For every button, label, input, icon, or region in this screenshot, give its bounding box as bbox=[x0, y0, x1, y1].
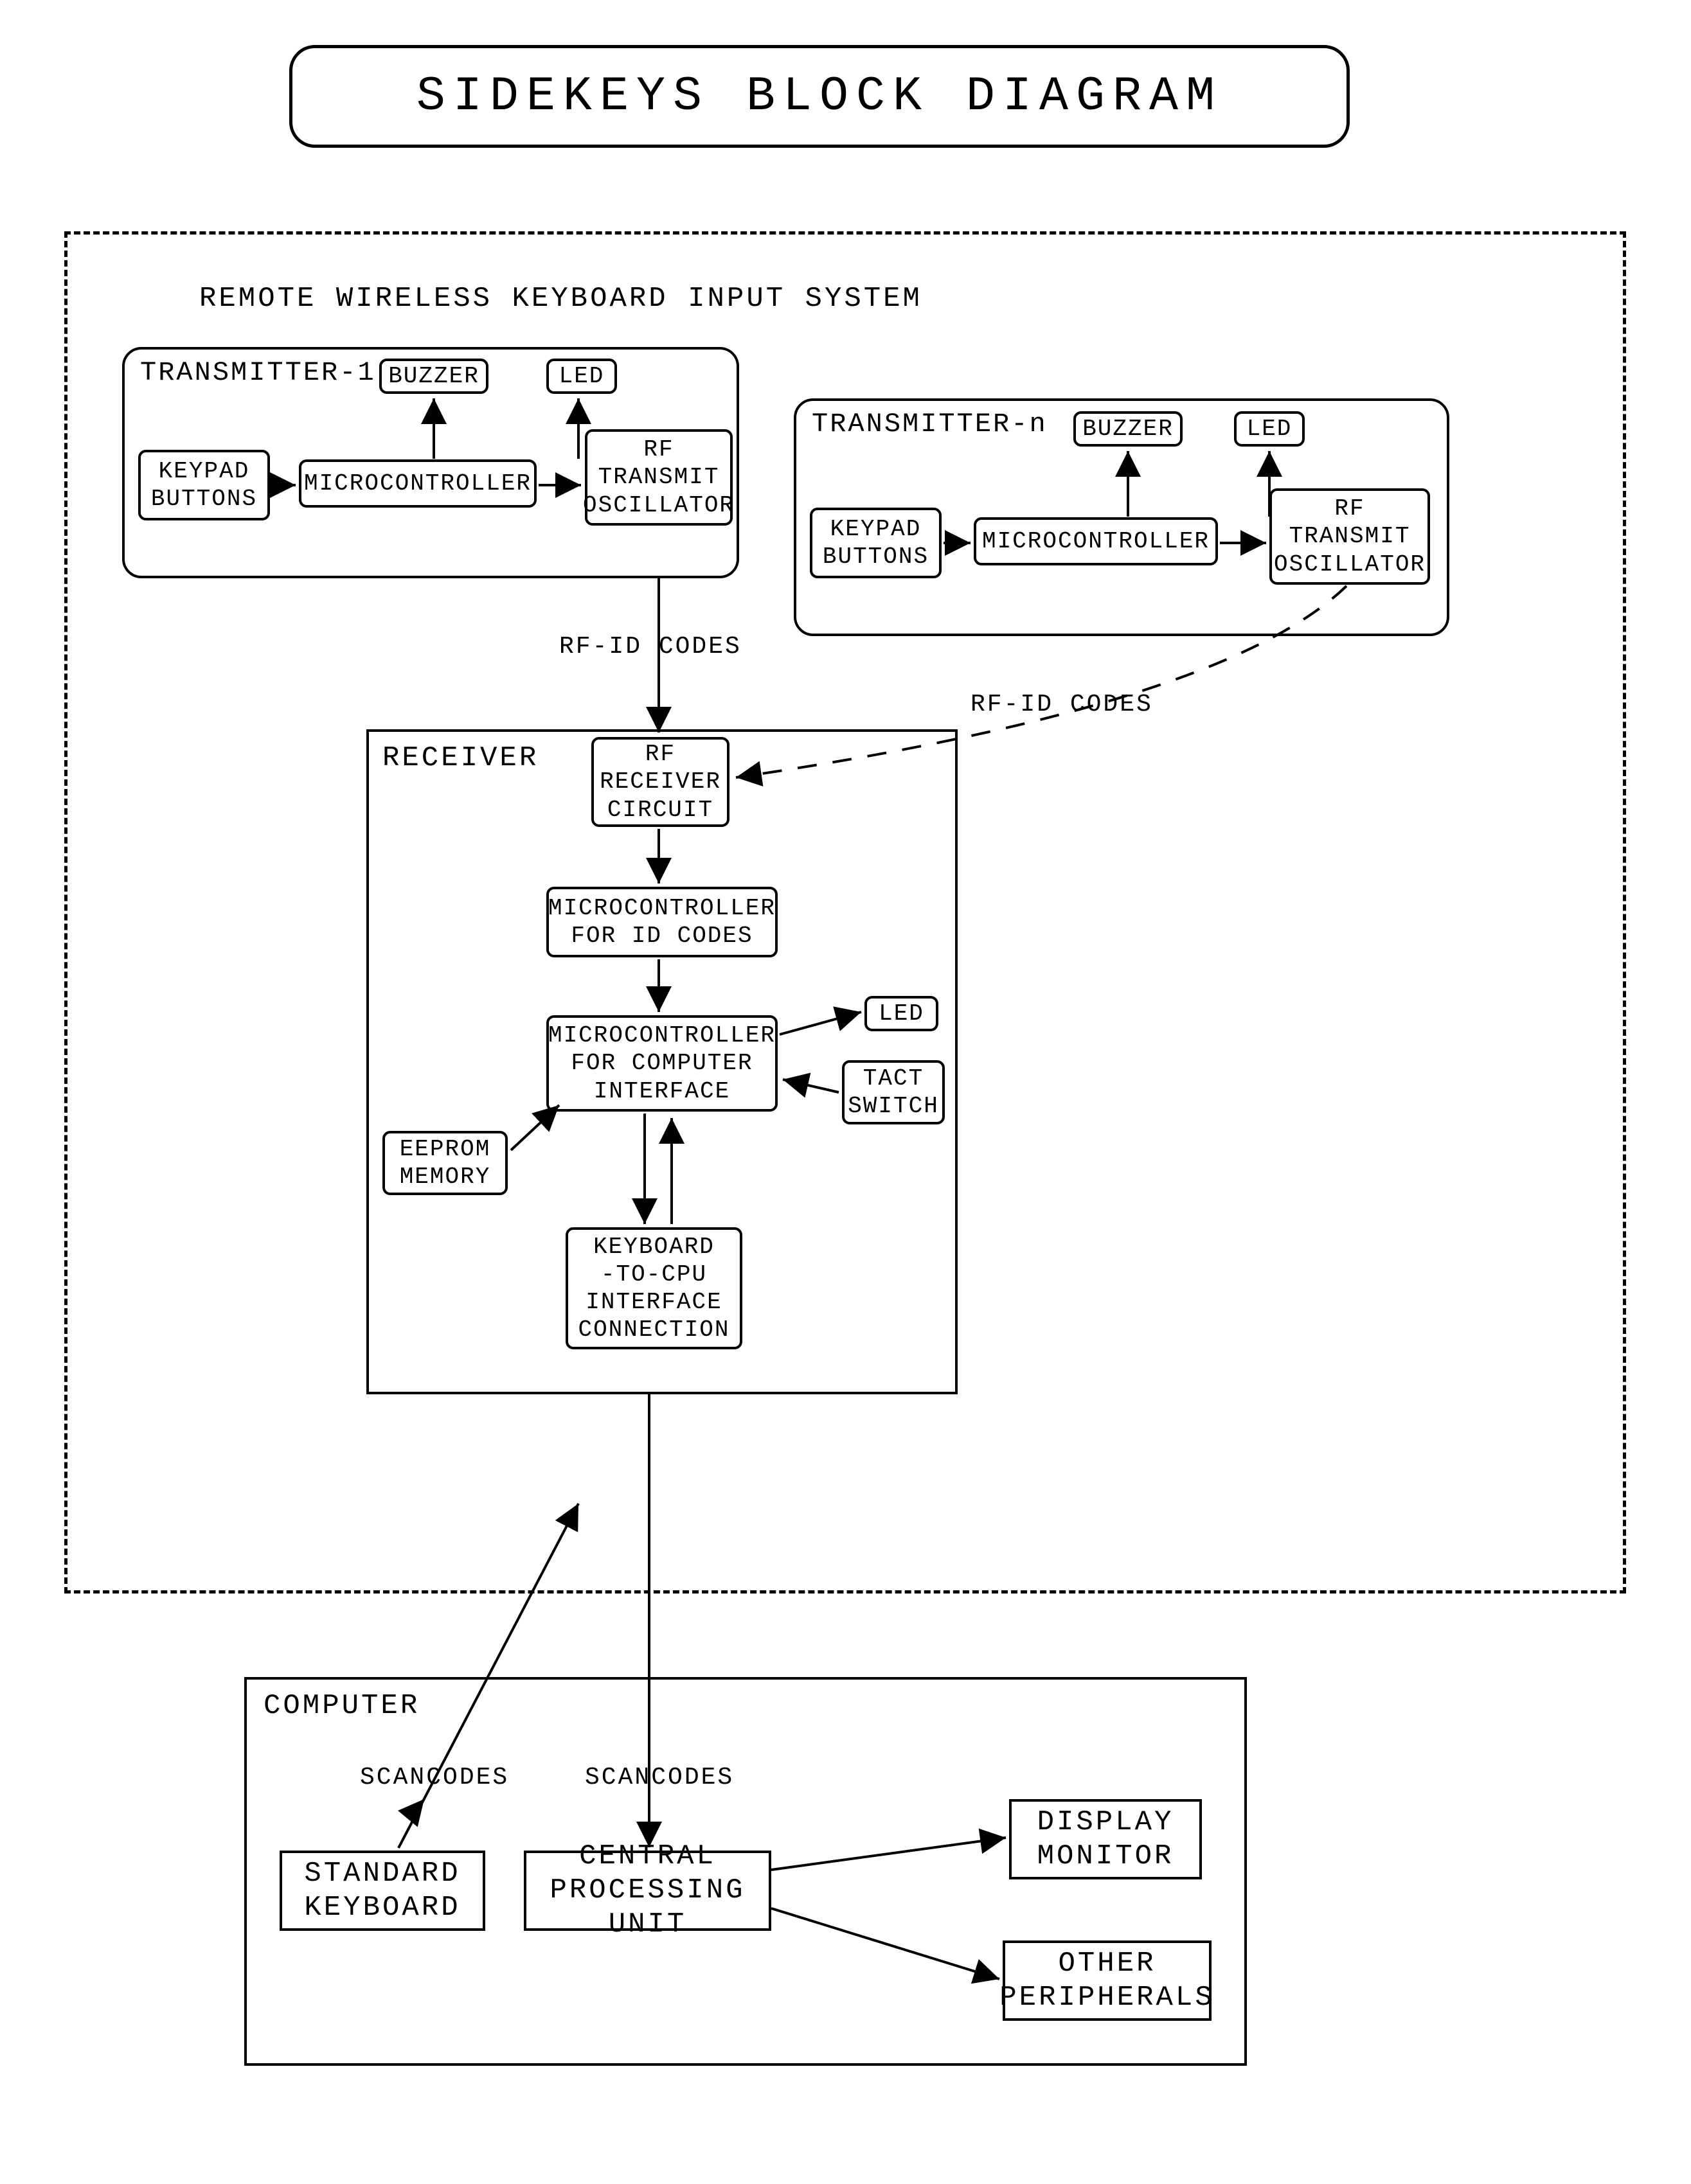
display-monitor: DISPLAY MONITOR bbox=[1009, 1799, 1202, 1879]
standard-keyboard: STANDARD KEYBOARD bbox=[280, 1851, 485, 1931]
txn-led: LED bbox=[1234, 411, 1305, 447]
rf-receiver-circuit: RF RECEIVER CIRCUIT bbox=[591, 737, 729, 827]
receiver-label: RECEIVER bbox=[382, 742, 539, 774]
computer-label: COMPUTER bbox=[264, 1690, 420, 1722]
transmitter-1-label: TRANSMITTER-1 bbox=[140, 357, 376, 388]
tx1-rf: RF TRANSMIT OSCILLATOR bbox=[585, 429, 733, 526]
diagram-title: SIDEKEYS BLOCK DIAGRAM bbox=[289, 45, 1350, 148]
txn-rf: RF TRANSMIT OSCILLATOR bbox=[1269, 488, 1430, 585]
tx1-led: LED bbox=[546, 359, 617, 394]
transmitter-n-label: TRANSMITTER-n bbox=[812, 409, 1048, 439]
micro-interface: MICROCONTROLLER FOR COMPUTER INTERFACE bbox=[546, 1015, 778, 1112]
rfid-label-2: RF-ID CODES bbox=[971, 691, 1153, 718]
rfid-label-1: RF-ID CODES bbox=[559, 633, 742, 661]
tact-switch: TACT SWITCH bbox=[842, 1060, 945, 1124]
system-label: REMOTE WIRELESS KEYBOARD INPUT SYSTEM bbox=[199, 283, 922, 315]
tx1-micro: MICROCONTROLLER bbox=[299, 459, 537, 508]
tx1-buzzer: BUZZER bbox=[379, 359, 488, 394]
eeprom: EEPROM MEMORY bbox=[382, 1131, 508, 1195]
keyboard-cpu-interface: KEYBOARD -TO-CPU INTERFACE CONNECTION bbox=[566, 1227, 742, 1349]
receiver-led: LED bbox=[864, 996, 938, 1031]
txn-keypad: KEYPAD BUTTONS bbox=[810, 508, 942, 578]
tx1-keypad: KEYPAD BUTTONS bbox=[138, 450, 270, 520]
txn-buzzer: BUZZER bbox=[1073, 411, 1183, 447]
title-text: SIDEKEYS BLOCK DIAGRAM bbox=[416, 69, 1222, 124]
cpu: CENTRAL PROCESSING UNIT bbox=[524, 1851, 771, 1931]
scancodes-1: SCANCODES bbox=[360, 1764, 509, 1791]
other-peripherals: OTHER PERIPHERALS bbox=[1003, 1940, 1212, 2021]
scancodes-2: SCANCODES bbox=[585, 1764, 734, 1791]
txn-micro: MICROCONTROLLER bbox=[974, 517, 1218, 565]
micro-id-codes: MICROCONTROLLER FOR ID CODES bbox=[546, 887, 778, 957]
